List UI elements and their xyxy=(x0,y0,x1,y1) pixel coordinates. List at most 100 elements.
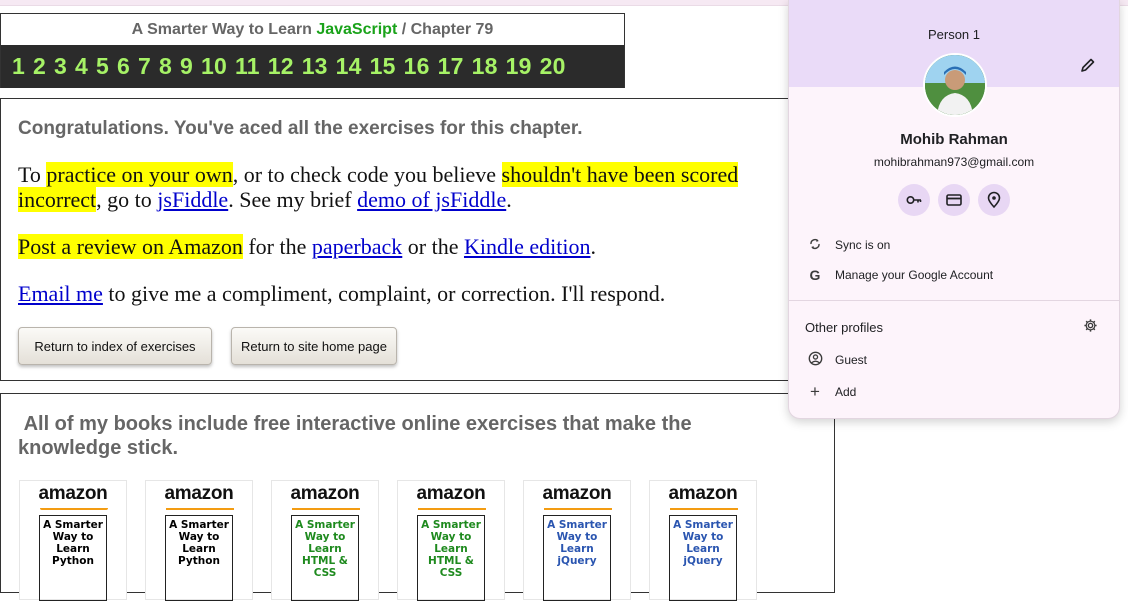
sync-icon xyxy=(806,238,824,253)
other-profiles-heading: Other profiles xyxy=(805,320,884,335)
amazon-logo: amazon xyxy=(164,483,234,504)
exercise-link-19[interactable]: 19 xyxy=(506,53,532,80)
book-cover-title: A Smarter Way to Learn Python xyxy=(165,515,233,601)
exercise-link-1[interactable]: 1 xyxy=(12,53,25,80)
exercise-link-2[interactable]: 2 xyxy=(33,53,46,80)
kindle-edition-link[interactable]: Kindle edition xyxy=(464,234,590,259)
passwords-key-icon[interactable] xyxy=(898,184,930,216)
profile-email: mohibrahman973@gmail.com xyxy=(873,155,1035,169)
jsfiddle-demo-link[interactable]: demo of jsFiddle xyxy=(357,187,506,212)
book-cover-title: A Smarter Way to Learn Python xyxy=(39,515,107,601)
books-panel: All of my books include free interactive… xyxy=(0,393,835,601)
jsfiddle-link[interactable]: jsFiddle xyxy=(157,187,228,212)
paperback-link[interactable]: paperback xyxy=(312,234,402,259)
completion-panel: Congratulations. You've aced all the exe… xyxy=(0,98,835,381)
p2-text-a: for the xyxy=(242,234,312,259)
book-title: A Smarter Way to Learn xyxy=(131,21,312,38)
plus-icon: + xyxy=(810,382,820,401)
highlight-review: Post a review on Amazon xyxy=(18,234,243,259)
profile-label: Person 1 xyxy=(927,27,981,42)
exercise-link-6[interactable]: 6 xyxy=(117,53,130,80)
book-title-js: JavaScript xyxy=(316,21,398,38)
amazon-logo: amazon xyxy=(38,483,108,504)
exercise-link-11[interactable]: 11 xyxy=(235,53,260,80)
sync-label: Sync is on xyxy=(835,238,891,252)
practice-paragraph: To practice on your own, or to check cod… xyxy=(18,162,818,212)
profile-menu: Person 1 Mohib Rahman mohibrahman973@gma… xyxy=(788,0,1120,419)
guest-avatar-icon xyxy=(806,351,824,369)
book-cover-title: A Smarter Way to Learn jQuery xyxy=(669,515,737,601)
exercise-link-5[interactable]: 5 xyxy=(96,53,109,80)
exercise-link-17[interactable]: 17 xyxy=(438,53,464,80)
exercise-link-9[interactable]: 9 xyxy=(180,53,193,80)
review-paragraph: Post a review on Amazon for the paperbac… xyxy=(18,234,596,259)
guest-label: Guest xyxy=(835,353,868,367)
book-cover-title: A Smarter Way to Learn HTML & CSS xyxy=(417,515,485,601)
amazon-logo: amazon xyxy=(416,483,486,504)
book-jquery-2[interactable]: amazon A Smarter Way to Learn jQuery xyxy=(649,480,757,601)
add-label: Add xyxy=(835,385,857,399)
title-separator: / xyxy=(401,21,407,38)
return-to-home-button[interactable]: Return to site home page xyxy=(231,327,397,365)
p2-text-c: . xyxy=(590,234,596,259)
book-cover-title: A Smarter Way to Learn HTML & CSS xyxy=(291,515,359,601)
exercise-link-14[interactable]: 14 xyxy=(336,53,362,80)
p3-text: to give me a compliment, complaint, or c… xyxy=(102,281,666,306)
chapter-header: A Smarter Way to Learn JavaScript / Chap… xyxy=(0,13,625,88)
exercise-link-13[interactable]: 13 xyxy=(302,53,328,80)
exercise-link-10[interactable]: 10 xyxy=(201,53,227,80)
exercise-link-15[interactable]: 15 xyxy=(370,53,396,80)
book-html-css-2[interactable]: amazon A Smarter Way to Learn HTML & CSS xyxy=(397,480,505,601)
exercise-link-20[interactable]: 20 xyxy=(540,53,566,80)
exercise-link-4[interactable]: 4 xyxy=(75,53,88,80)
sync-status-row[interactable]: Sync is on xyxy=(789,230,1119,260)
exercise-link-18[interactable]: 18 xyxy=(472,53,498,80)
p2-text-b: or the xyxy=(402,234,464,259)
guest-profile-row[interactable]: Guest xyxy=(789,345,1119,375)
email-paragraph: Email me to give me a compliment, compla… xyxy=(18,281,665,306)
manage-account-label: Manage your Google Account xyxy=(835,268,994,282)
p1-text-a: To xyxy=(18,162,47,187)
email-me-link[interactable]: Email me xyxy=(18,281,103,306)
book-jquery-1[interactable]: amazon A Smarter Way to Learn jQuery xyxy=(523,480,631,601)
menu-divider xyxy=(789,300,1119,301)
return-to-index-button[interactable]: Return to index of exercises xyxy=(18,327,212,365)
amazon-smile xyxy=(166,508,234,510)
add-profile-row[interactable]: + Add xyxy=(789,377,1119,407)
exercise-link-16[interactable]: 16 xyxy=(404,53,430,80)
books-heading: All of my books include free interactive… xyxy=(18,412,798,460)
highlight-practice: practice on your own xyxy=(46,162,233,187)
exercise-link-8[interactable]: 8 xyxy=(159,53,172,80)
amazon-logo: amazon xyxy=(290,483,360,504)
book-python-1[interactable]: amazon A Smarter Way to Learn Python xyxy=(19,480,127,601)
amazon-smile xyxy=(40,508,108,510)
p1-text-c: , go to xyxy=(96,187,158,212)
profile-name: Mohib Rahman xyxy=(900,131,1008,148)
amazon-smile xyxy=(418,508,486,510)
avatar[interactable] xyxy=(923,53,987,117)
amazon-logo: amazon xyxy=(668,483,738,504)
amazon-smile xyxy=(292,508,360,510)
congrats-heading: Congratulations. You've aced all the exe… xyxy=(18,118,583,139)
chapter-title: A Smarter Way to Learn JavaScript / Chap… xyxy=(1,14,624,46)
exercise-link-7[interactable]: 7 xyxy=(138,53,151,80)
amazon-smile xyxy=(670,508,738,510)
exercise-link-12[interactable]: 12 xyxy=(268,53,294,80)
manage-account-row[interactable]: G Manage your Google Account xyxy=(789,260,1119,290)
p1-text-e: . xyxy=(506,187,512,212)
gear-icon[interactable] xyxy=(1083,318,1098,337)
amazon-logo: amazon xyxy=(542,483,612,504)
exercise-link-3[interactable]: 3 xyxy=(54,53,67,80)
exercise-number-bar: 1 2 3 4 5 6 7 8 9 10 11 12 13 14 15 16 1… xyxy=(1,45,624,88)
amazon-smile xyxy=(544,508,612,510)
google-g-icon: G xyxy=(809,267,821,283)
book-python-2[interactable]: amazon A Smarter Way to Learn Python xyxy=(145,480,253,601)
location-pin-icon[interactable] xyxy=(978,184,1010,216)
pencil-icon[interactable] xyxy=(1079,57,1097,75)
p1-text-b: , or to check code you believe xyxy=(232,162,502,187)
p1-text-d: . See my brief xyxy=(228,187,358,212)
chapter-label: Chapter 79 xyxy=(410,21,494,38)
payment-card-icon[interactable] xyxy=(938,184,970,216)
book-cover-title: A Smarter Way to Learn jQuery xyxy=(543,515,611,601)
book-html-css-1[interactable]: amazon A Smarter Way to Learn HTML & CSS xyxy=(271,480,379,601)
